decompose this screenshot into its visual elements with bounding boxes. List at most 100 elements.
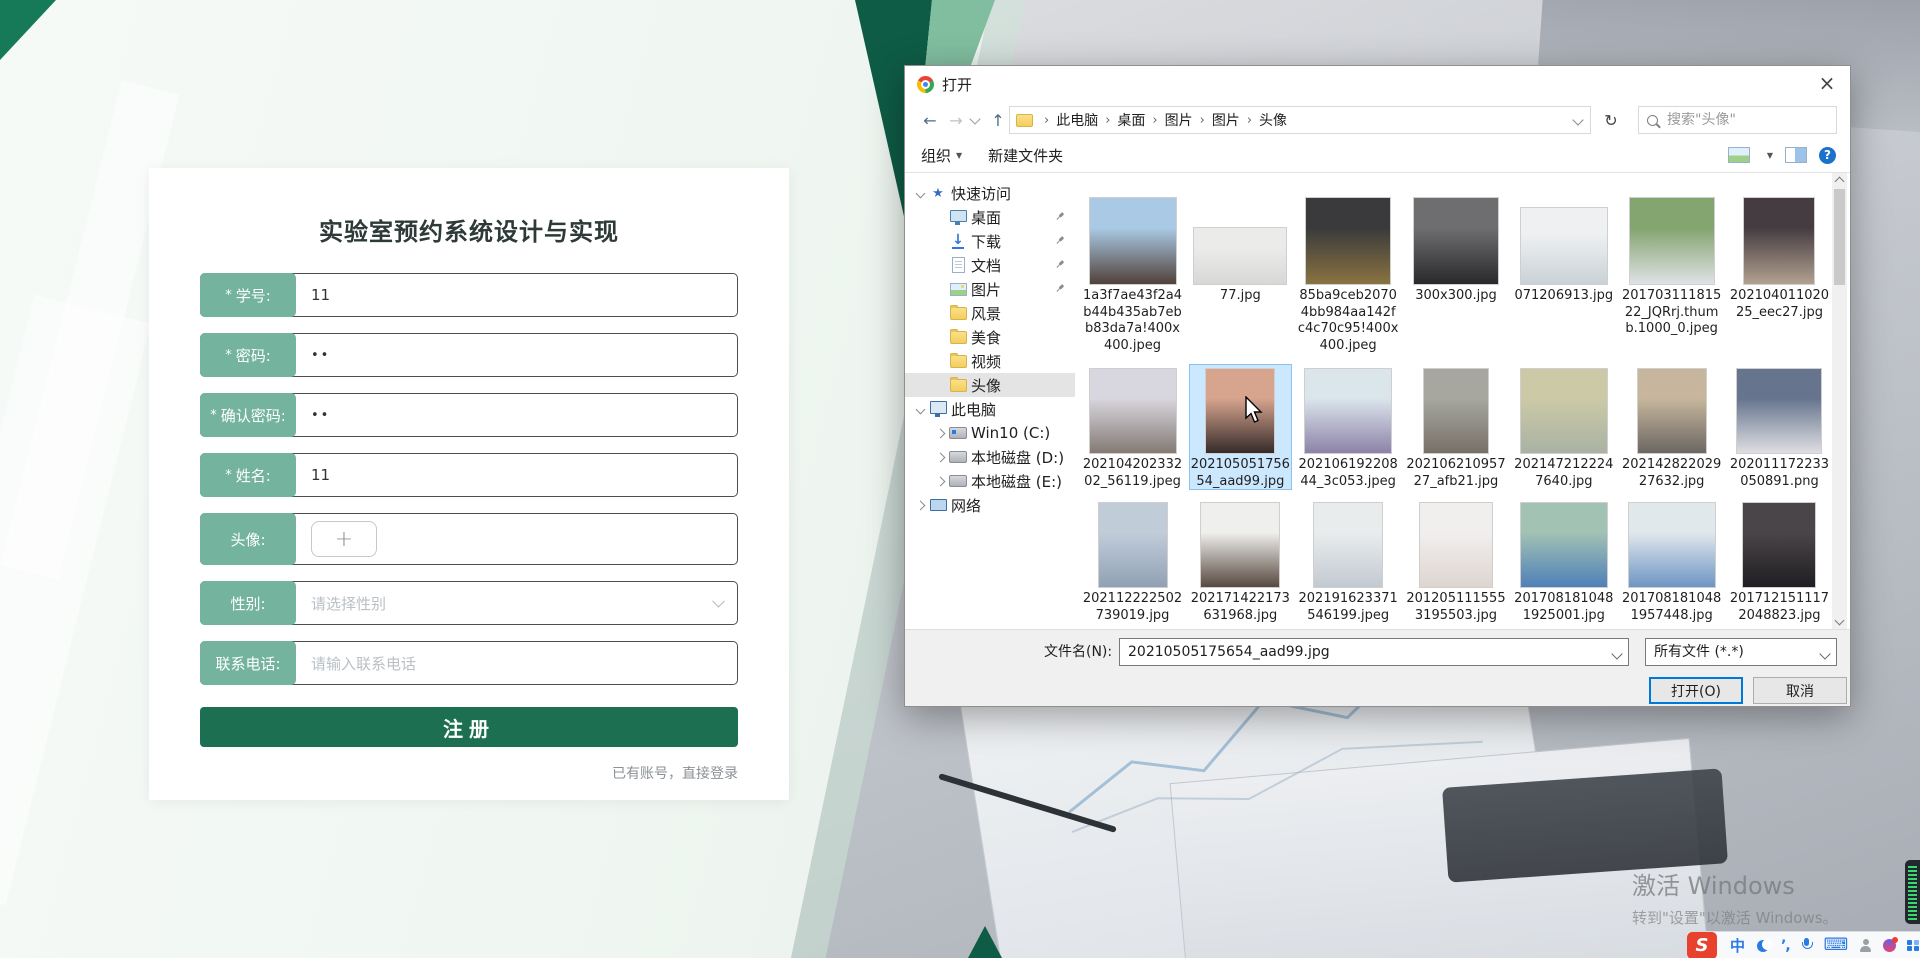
sidebar-item-图片[interactable]: 图片	[905, 277, 1075, 301]
register-button[interactable]: 注册	[200, 707, 738, 747]
back-button[interactable]: ←	[917, 111, 943, 130]
sidebar-item-下载[interactable]: ↓ 下载	[905, 229, 1075, 253]
phone-field[interactable]: 请输入联系电话	[311, 642, 703, 684]
file-name-input[interactable]	[1120, 639, 1606, 665]
refresh-button[interactable]: ↻	[1597, 111, 1625, 130]
avatar-upload-button[interactable]: +	[311, 521, 377, 557]
chinese-mode-indicator[interactable]: 中	[1730, 935, 1745, 956]
file-item[interactable]: 20210505175654_aad99.jpg	[1188, 364, 1292, 490]
name-field[interactable]: 11	[311, 454, 703, 496]
file-item[interactable]: 202191623371546199.jpeg	[1297, 498, 1400, 624]
apps-grid-icon[interactable]	[1907, 939, 1919, 952]
search-input[interactable]	[1665, 111, 1819, 129]
person-icon[interactable]	[1859, 939, 1872, 952]
sidebar-item-美食[interactable]: 美食	[905, 325, 1075, 349]
file-item[interactable]: 202112222502739019.jpg	[1081, 498, 1184, 624]
view-caret-icon[interactable]: ▼	[1767, 151, 1773, 160]
vertical-scrollbar[interactable]	[1832, 173, 1847, 629]
file-item[interactable]: 20210401102025_eec27.jpg	[1728, 181, 1831, 354]
breadcrumb-item[interactable]: 图片	[1165, 110, 1193, 130]
password-field[interactable]: ••	[311, 334, 703, 376]
file-item[interactable]: 2017121511172048823.jpg	[1728, 498, 1831, 624]
confirm-password-field[interactable]: ••	[311, 394, 703, 436]
file-item[interactable]: 202171422173631968.jpg	[1189, 498, 1292, 624]
chevron-right-icon	[935, 452, 946, 462]
sidebar-item-风景[interactable]: 风景	[905, 301, 1075, 325]
address-dropdown-chevron-icon[interactable]	[1572, 114, 1584, 126]
file-item[interactable]: 2012051115553195503.jpg	[1404, 498, 1507, 624]
sidebar-item-网络[interactable]: 网络	[905, 493, 1075, 517]
sidebar-item-文档[interactable]: 文档	[905, 253, 1075, 277]
search-box[interactable]	[1638, 106, 1837, 134]
breadcrumb-item[interactable]: 头像	[1259, 110, 1287, 130]
expander-right-icon[interactable]	[913, 500, 928, 510]
cancel-button[interactable]: 取消	[1753, 677, 1847, 704]
scroll-down-icon[interactable]	[1834, 615, 1845, 626]
student-id-field[interactable]: 11	[311, 274, 703, 316]
sidebar-item-本地磁盘 (E:)[interactable]: 本地磁盘 (E:)	[905, 469, 1075, 493]
breadcrumb[interactable]: › 此电脑 › 桌面 › 图片 › 图片 › 头像	[1009, 106, 1591, 134]
file-item[interactable]: 300x300.jpg	[1404, 181, 1507, 354]
skin-icon[interactable]	[1883, 937, 1899, 952]
file-type-select[interactable]: 所有文件 (*.*)	[1645, 638, 1837, 666]
thumbnail-zone	[1620, 498, 1723, 588]
file-item[interactable]: 071206913.jpg	[1512, 181, 1615, 354]
avatar-field: +	[311, 514, 703, 564]
file-item[interactable]: 2017081810481957448.jpg	[1620, 498, 1723, 624]
file-item[interactable]: 20170311181522_JQRrj.thumb.1000_0.jpeg	[1620, 181, 1723, 354]
expander-down-icon[interactable]	[913, 404, 928, 414]
sidebar-item-头像[interactable]: 头像	[905, 373, 1075, 397]
organize-menu[interactable]: 组织 ▼	[921, 145, 962, 166]
thumbnail-view-icon[interactable]	[1727, 147, 1750, 163]
scroll-up-icon[interactable]	[1834, 176, 1845, 187]
expander-right-icon[interactable]	[933, 428, 948, 438]
file-thumbnail	[1519, 368, 1608, 454]
scrollbar-thumb[interactable]	[1834, 189, 1845, 285]
breadcrumb-separator-icon: ›	[1199, 112, 1205, 128]
microphone-icon[interactable]	[1801, 938, 1813, 953]
forward-button[interactable]: →	[943, 111, 969, 130]
expander-down-icon[interactable]	[913, 188, 928, 198]
file-item[interactable]: 2021472122247640.jpg	[1512, 364, 1615, 490]
keyboard-icon[interactable]: ⌨	[1824, 937, 1849, 954]
password-row: * 密码: ••	[200, 333, 738, 377]
sidebar-item-视频[interactable]: 视频	[905, 349, 1075, 373]
file-item[interactable]: 20210619220844_3c053.jpeg	[1297, 364, 1400, 490]
open-button[interactable]: 打开(O)	[1649, 677, 1743, 704]
expander-right-icon[interactable]	[933, 452, 948, 462]
breadcrumb-item[interactable]: 图片	[1212, 110, 1240, 130]
sidebar-item-本地磁盘 (D:)[interactable]: 本地磁盘 (D:)	[905, 445, 1075, 469]
gender-field[interactable]: 请选择性别	[311, 582, 703, 624]
new-folder-button[interactable]: 新建文件夹	[988, 145, 1063, 166]
dialog-titlebar[interactable]: 打开 ×	[905, 66, 1850, 102]
moon-icon[interactable]	[1756, 938, 1774, 953]
file-item[interactable]: 20210621095727_afb21.jpg	[1404, 364, 1507, 490]
sogou-logo[interactable]: S	[1687, 932, 1717, 958]
file-item[interactable]: 20210420233202_56119.jpeg	[1081, 364, 1184, 490]
sidebar-item-Win10 (C:)[interactable]: Win10 (C:)	[905, 421, 1075, 445]
help-button[interactable]: ?	[1819, 146, 1836, 164]
login-link[interactable]: 已有账号，直接登录	[200, 763, 738, 783]
sidebar-item-此电脑[interactable]: 此电脑	[905, 397, 1075, 421]
breadcrumb-item[interactable]: 桌面	[1117, 110, 1145, 130]
registration-card: 实验室预约系统设计与实现 * 学号: 11 * 密码: •• * 确认密码: •• * 姓名: 11 头…	[149, 168, 789, 800]
recent-locations-chevron-icon[interactable]	[969, 113, 981, 125]
file-item[interactable]: 77.jpg	[1189, 181, 1292, 354]
close-icon[interactable]: ×	[1804, 66, 1850, 100]
preview-pane-icon[interactable]	[1785, 147, 1807, 163]
breadcrumb-item[interactable]: 此电脑	[1056, 110, 1098, 130]
sidebar-item-快速访问[interactable]: ★ 快速访问	[905, 181, 1075, 205]
required-asterisk: *	[210, 407, 217, 423]
up-button[interactable]: ↑	[985, 111, 1011, 130]
file-item[interactable]: 202011172233050891.png	[1728, 364, 1831, 490]
file-name: 85ba9ceb20704bb984aa142fc4c70c95!400x400…	[1297, 288, 1399, 353]
punctuation-icon[interactable]: ’,	[1781, 938, 1791, 954]
combo-chevron-icon[interactable]	[1611, 648, 1623, 660]
expander-right-icon[interactable]	[933, 476, 948, 486]
file-name-combo[interactable]	[1119, 638, 1629, 666]
file-item[interactable]: 2017081810481925001.jpg	[1512, 498, 1615, 624]
file-item[interactable]: 1a3f7ae43f2a4b44b435ab7ebb83da7a!400x400…	[1081, 181, 1184, 354]
file-item[interactable]: 20214282202927632.jpg	[1620, 364, 1723, 490]
sidebar-item-桌面[interactable]: 桌面	[905, 205, 1075, 229]
file-item[interactable]: 85ba9ceb20704bb984aa142fc4c70c95!400x400…	[1297, 181, 1400, 354]
